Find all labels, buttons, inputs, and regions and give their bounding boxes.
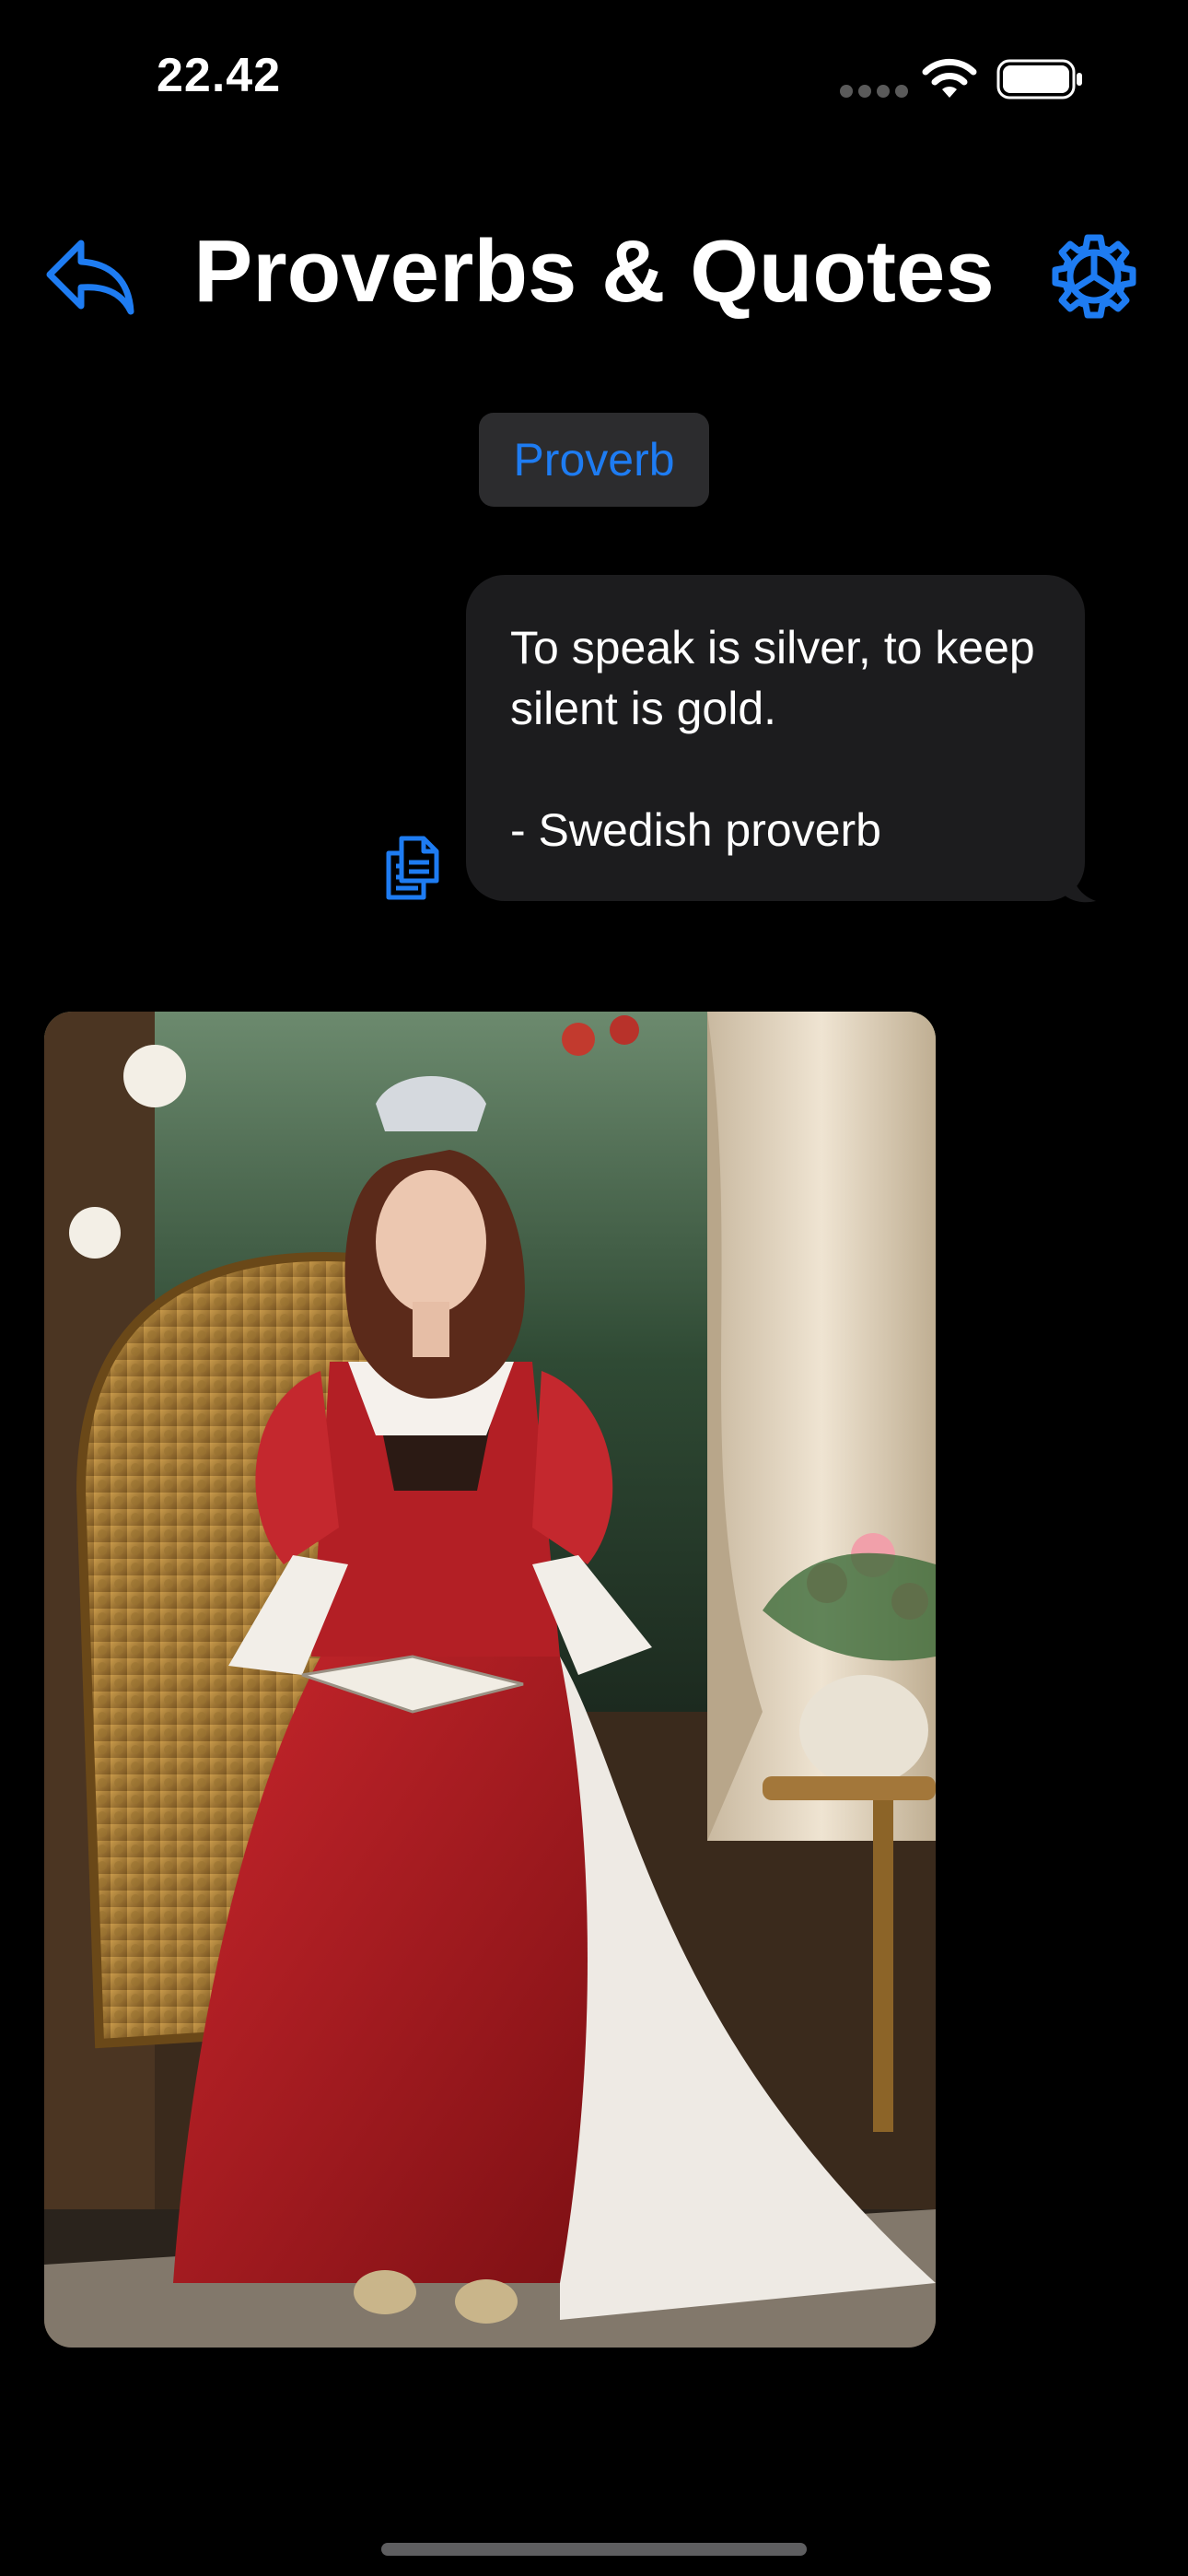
quote-text: To speak is silver, to keep silent is go… bbox=[510, 622, 1035, 856]
bubble-tail bbox=[1059, 866, 1096, 903]
copy-icon bbox=[386, 836, 439, 900]
category-chip[interactable]: Proverb bbox=[479, 413, 709, 507]
copy-button[interactable] bbox=[383, 835, 442, 901]
page-title: Proverbs & Quotes bbox=[193, 222, 995, 321]
home-indicator[interactable] bbox=[381, 2543, 807, 2556]
quote-bubble: To speak is silver, to keep silent is go… bbox=[466, 575, 1085, 901]
gear-icon bbox=[1052, 234, 1136, 319]
cellular-signal-icon bbox=[840, 85, 914, 102]
wifi-icon bbox=[922, 58, 977, 98]
status-time: 22.42 bbox=[157, 49, 282, 102]
battery-icon bbox=[996, 59, 1082, 100]
portrait-image[interactable] bbox=[44, 1012, 936, 2348]
settings-button[interactable] bbox=[1050, 232, 1138, 321]
